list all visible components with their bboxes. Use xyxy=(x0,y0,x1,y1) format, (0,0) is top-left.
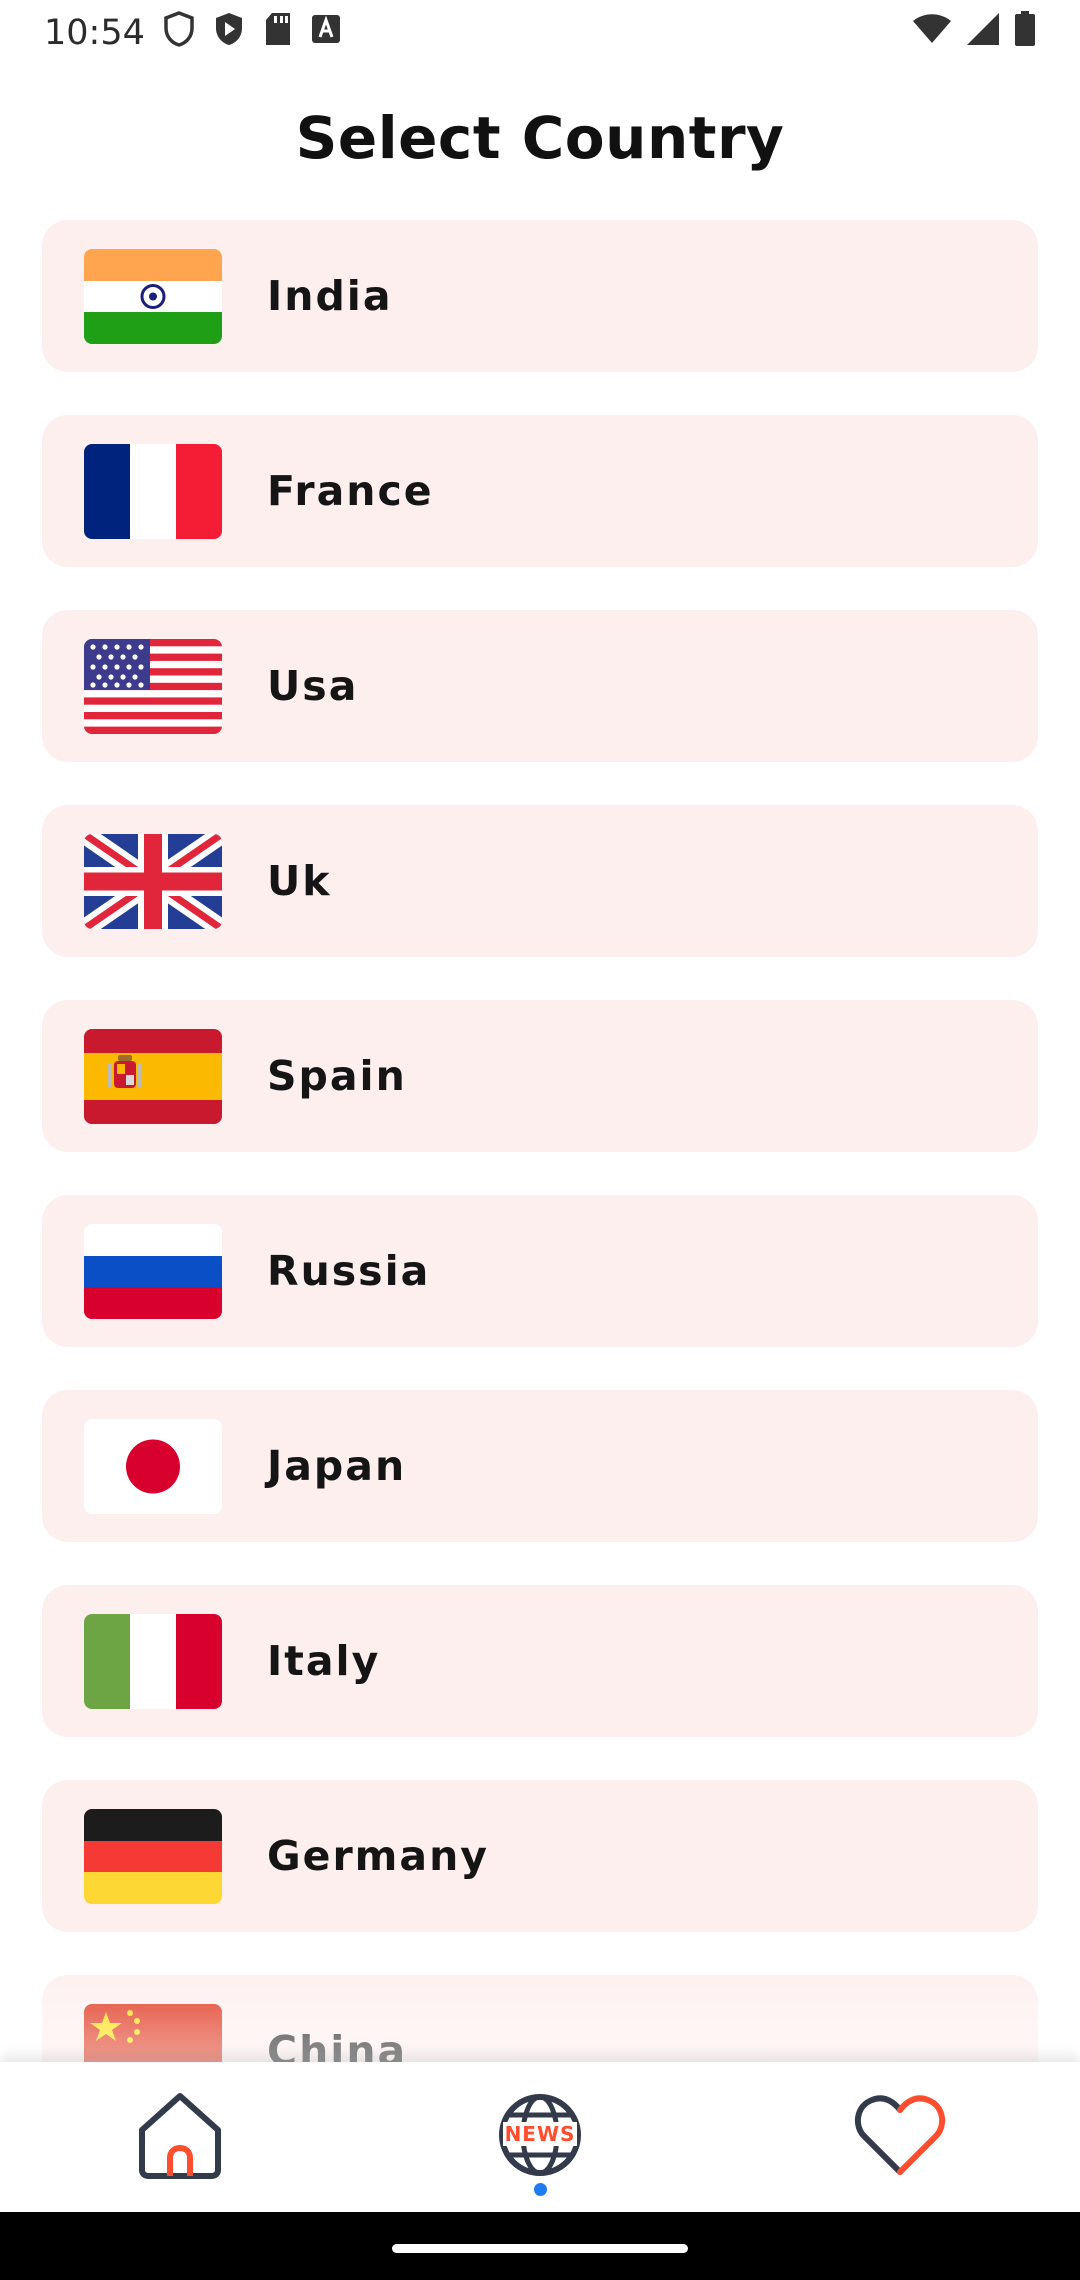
china-flag-icon xyxy=(84,2003,222,2062)
country-name: Japan xyxy=(267,1442,407,1490)
germany-flag-icon xyxy=(84,1808,222,1904)
country-item-germany[interactable]: Germany xyxy=(42,1780,1038,1932)
home-icon xyxy=(134,2090,226,2184)
system-navigation-bar xyxy=(0,2212,1080,2280)
country-name: China xyxy=(267,2027,408,2062)
country-item-uk[interactable]: Uk xyxy=(42,805,1038,957)
country-name: Italy xyxy=(267,1637,381,1685)
japan-flag-icon xyxy=(84,1418,222,1514)
country-item-france[interactable]: France xyxy=(42,415,1038,567)
selected-indicator-dot xyxy=(533,2183,547,2196)
home-gesture-handle[interactable] xyxy=(392,2244,688,2253)
bottom-nav: NEWS xyxy=(0,2062,1080,2212)
france-flag-icon xyxy=(84,443,222,539)
country-name: France xyxy=(267,467,434,515)
country-item-italy[interactable]: Italy xyxy=(42,1585,1038,1737)
country-item-usa[interactable]: Usa xyxy=(42,610,1038,762)
country-name: Uk xyxy=(267,857,332,905)
select-country-screen: 10:54 Select Country India France Usa Uk… xyxy=(0,0,1080,2280)
country-item-china[interactable]: China xyxy=(42,1975,1038,2062)
country-list[interactable]: India France Usa Uk Spain Russia Japan I… xyxy=(0,0,1080,2062)
country-item-russia[interactable]: Russia xyxy=(42,1195,1038,1347)
news-label: NEWS xyxy=(502,2122,578,2146)
uk-flag-icon xyxy=(84,833,222,929)
country-item-japan[interactable]: Japan xyxy=(42,1390,1038,1542)
country-item-spain[interactable]: Spain xyxy=(42,1000,1038,1152)
india-flag-icon xyxy=(84,248,222,344)
country-name: Usa xyxy=(267,662,359,710)
country-item-india[interactable]: India xyxy=(42,220,1038,372)
heart-icon xyxy=(854,2092,946,2182)
country-name: Russia xyxy=(267,1247,431,1295)
country-name: Spain xyxy=(267,1052,407,1100)
country-name: India xyxy=(267,272,393,320)
country-name: Germany xyxy=(267,1832,489,1880)
nav-home[interactable] xyxy=(0,2062,360,2212)
spain-flag-icon xyxy=(84,1028,222,1124)
italy-flag-icon xyxy=(84,1613,222,1709)
nav-news[interactable]: NEWS xyxy=(360,2062,720,2212)
nav-favorites[interactable] xyxy=(720,2062,1080,2212)
usa-flag-icon xyxy=(84,638,222,734)
russia-flag-icon xyxy=(84,1223,222,1319)
